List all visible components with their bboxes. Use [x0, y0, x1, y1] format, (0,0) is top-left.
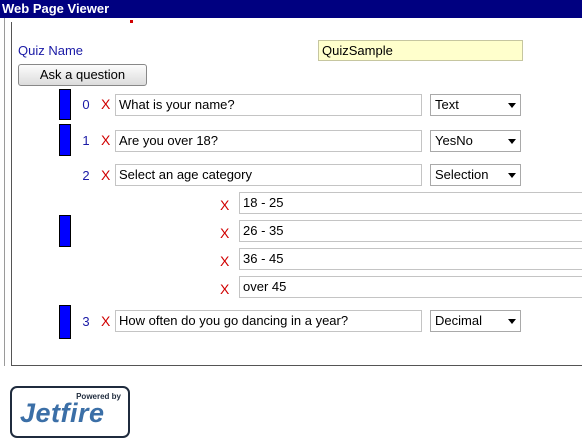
question-drag-handle[interactable] — [59, 215, 71, 247]
delete-question-icon[interactable]: X — [101, 167, 110, 183]
question-number: 1 — [82, 133, 90, 148]
question-type-select[interactable]: Text — [430, 94, 521, 116]
quiz-name-label: Quiz Name — [18, 43, 84, 58]
question-drag-handle[interactable] — [59, 305, 71, 339]
delete-option-icon[interactable]: X — [220, 225, 229, 241]
delete-option-icon[interactable]: X — [220, 253, 229, 269]
delete-question-icon[interactable]: X — [101, 313, 110, 329]
question-type-value: Decimal — [435, 313, 482, 328]
option-text-input[interactable]: 26 - 35 — [239, 220, 582, 242]
decorative-mark — [130, 20, 133, 23]
question-type-value: Selection — [435, 167, 489, 182]
question-drag-handle[interactable] — [59, 124, 71, 156]
question-number: 3 — [82, 314, 90, 329]
delete-question-icon[interactable]: X — [101, 132, 110, 148]
question-type-value: YesNo — [435, 133, 473, 148]
option-text-input[interactable]: 36 - 45 — [239, 248, 582, 270]
quiz-name-input[interactable]: QuizSample — [318, 40, 523, 61]
option-text-input[interactable]: over 45 — [239, 276, 582, 298]
brand-name: Jetfire — [20, 398, 105, 428]
question-text-input[interactable]: Are you over 18? — [115, 130, 422, 152]
question-drag-handle[interactable] — [59, 89, 71, 120]
ask-question-button[interactable]: Ask a question — [18, 64, 147, 86]
jetfire-logo: Powered by Jetfire — [10, 386, 130, 438]
window-titlebar: Web Page Viewer — [0, 0, 582, 18]
question-type-select[interactable]: YesNo — [430, 130, 521, 152]
chevron-down-icon — [508, 319, 516, 324]
question-number: 2 — [82, 168, 90, 183]
question-type-select[interactable]: Selection — [430, 164, 521, 186]
delete-option-icon[interactable]: X — [220, 197, 229, 213]
question-text-input[interactable]: What is your name? — [115, 94, 422, 116]
question-type-select[interactable]: Decimal — [430, 310, 521, 332]
frame-border — [4, 18, 5, 366]
chevron-down-icon — [508, 139, 516, 144]
question-text-input[interactable]: Select an age category — [115, 164, 422, 186]
question-type-value: Text — [435, 97, 459, 112]
chevron-down-icon — [508, 103, 516, 108]
question-number: 0 — [82, 97, 90, 112]
chevron-down-icon — [508, 173, 516, 178]
delete-question-icon[interactable]: X — [101, 96, 110, 112]
option-text-input[interactable]: 18 - 25 — [239, 192, 582, 214]
window-title: Web Page Viewer — [2, 1, 110, 16]
delete-option-icon[interactable]: X — [220, 281, 229, 297]
question-text-input[interactable]: How often do you go dancing in a year? — [115, 310, 422, 332]
